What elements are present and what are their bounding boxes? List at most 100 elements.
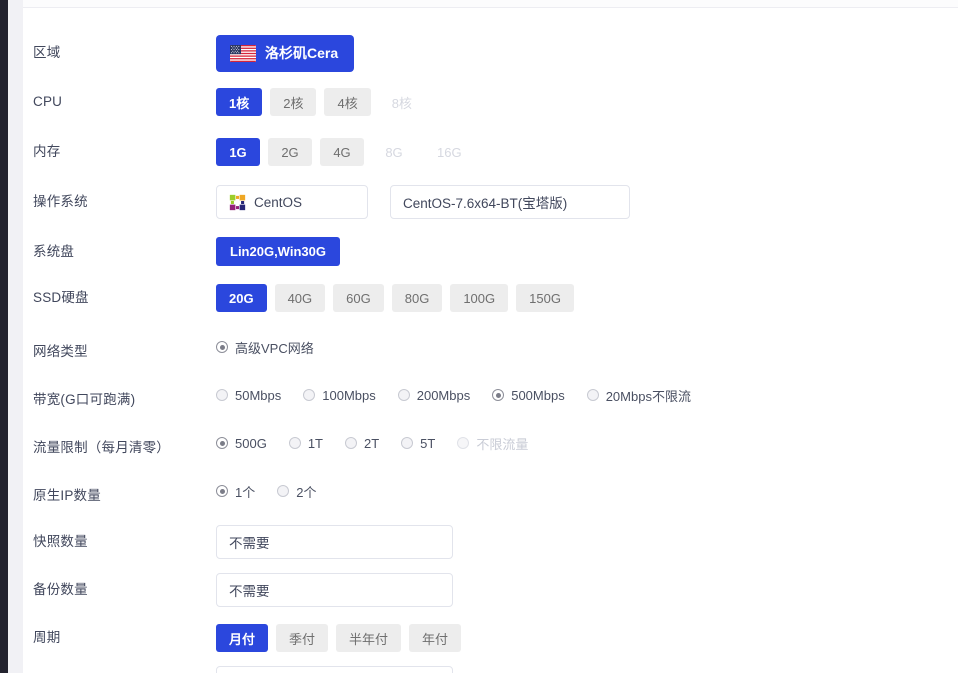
traffic-limit-radio-3[interactable]: 2T	[344, 435, 380, 451]
cpu-field: 1核 2核 4核 8核	[216, 88, 433, 116]
radio-dot-icon	[277, 485, 290, 497]
traffic-limit-radio-5-label: 不限流量	[476, 436, 529, 452]
row-label-native-ip: 原生IP数量	[33, 488, 101, 503]
form-row-snapshot: 快照数量 不需要	[23, 525, 958, 559]
bandwidth-radios: 50Mbps 100Mbps 200Mbps 500Mbps 20Mbps不限流	[216, 386, 713, 405]
network-type-radio-1[interactable]: 高级VPC网络	[216, 338, 314, 357]
system-disk-option[interactable]: Lin20G,Win30G	[216, 237, 340, 266]
form-row-backup: 备份数量 不需要	[23, 573, 958, 607]
bandwidth-radio-1[interactable]: 50Mbps	[216, 388, 281, 403]
period-option-1[interactable]: 月付	[216, 624, 269, 652]
form-row-cpu: CPU 1核 2核 4核 8核	[23, 88, 958, 116]
form-row-traffic-limit: 流量限制（每月清零） 500G 1T 2T 5T 不限流量	[23, 431, 958, 456]
bandwidth-radio-2[interactable]: 100Mbps	[303, 387, 376, 403]
next-select-partial[interactable]	[216, 665, 453, 673]
period-field: 月付 季付 半年付 年付	[216, 624, 469, 652]
period-options: 月付 季付 半年付 年付	[216, 624, 469, 652]
form-row-system-disk: 系统盘 Lin20G,Win30G	[23, 237, 958, 266]
form-row-bandwidth: 带宽(G口可跑满) 50Mbps 100Mbps 200Mbps 500Mbps…	[23, 383, 958, 408]
form-row-memory: 内存 1G 2G 4G 8G 16G	[23, 138, 958, 166]
region-button[interactable]: 洛杉矶Cera	[216, 34, 355, 72]
bandwidth-radio-4[interactable]: 500Mbps	[492, 388, 565, 403]
backup-field: 不需要	[216, 573, 453, 607]
traffic-limit-radio-2[interactable]: 1T	[288, 436, 323, 451]
bandwidth-radio-5[interactable]: 20Mbps不限流	[586, 386, 691, 405]
us-flag-icon	[230, 44, 256, 62]
snapshot-select[interactable]: 不需要	[216, 525, 453, 559]
os-version-select[interactable]: CentOS-7.6x64-BT(宝塔版)	[390, 185, 630, 219]
native-ip-radios: 1个 2个	[216, 482, 338, 501]
traffic-limit-radio-1[interactable]: 500G	[216, 436, 267, 451]
ssd-option-1[interactable]: 20G	[216, 284, 267, 312]
radio-dot-icon	[401, 437, 414, 449]
cpu-option-3[interactable]: 4核	[324, 88, 371, 116]
os-version-value: CentOS-7.6x64-BT(宝塔版)	[403, 196, 568, 211]
native-ip-radio-2-label: 2个	[296, 484, 317, 500]
radio-dot-selected-icon	[216, 341, 228, 353]
memory-option-3[interactable]: 4G	[320, 138, 364, 166]
traffic-limit-radio-3-label: 2T	[363, 435, 380, 451]
native-ip-radio-1-label: 1个	[235, 484, 256, 500]
ssd-option-4[interactable]: 80G	[391, 284, 443, 312]
row-label-bandwidth: 带宽(G口可跑满)	[33, 392, 136, 407]
period-option-3[interactable]: 半年付	[336, 624, 402, 652]
network-type-field: 高级VPC网络	[216, 338, 336, 357]
snapshot-field: 不需要	[216, 525, 453, 559]
top-strip	[23, 0, 958, 7]
cpu-options: 1核 2核 4核 8核	[216, 88, 433, 116]
form-row-period: 周期 月付 季付 半年付 年付	[23, 624, 958, 652]
row-label-traffic-limit: 流量限制（每月清零）	[33, 440, 170, 455]
region-button-label: 洛杉矶Cera	[265, 45, 339, 61]
traffic-limit-radio-4-label: 5T	[420, 435, 436, 451]
cpu-option-1[interactable]: 1核	[216, 88, 263, 116]
os-select[interactable]: CentOS	[216, 185, 368, 219]
bandwidth-radio-3[interactable]: 200Mbps	[397, 387, 471, 403]
memory-option-4: 8G	[385, 144, 403, 160]
row-label-memory: 内存	[33, 144, 61, 159]
left-gutter	[8, 0, 23, 673]
system-disk-field: Lin20G,Win30G	[216, 237, 340, 266]
row-label-cpu: CPU	[33, 94, 63, 109]
form-row-region: 区域 洛杉矶Cera	[23, 34, 958, 72]
native-ip-radio-2[interactable]: 2个	[277, 482, 316, 501]
ssd-option-5[interactable]: 100G	[450, 284, 509, 312]
row-label-backup: 备份数量	[33, 582, 88, 597]
next-field-partial	[216, 665, 453, 673]
form-row-os: 操作系统 CentOS CentOS-7.6x64-BT(宝塔版)	[23, 185, 958, 219]
radio-dot-selected-icon	[216, 437, 228, 449]
ssd-option-6[interactable]: 150G	[516, 284, 574, 312]
traffic-limit-radio-5: 不限流量	[457, 434, 528, 453]
bandwidth-field: 50Mbps 100Mbps 200Mbps 500Mbps 20Mbps不限流	[216, 386, 713, 405]
row-label-ssd: SSD硬盘	[33, 290, 89, 305]
traffic-limit-field: 500G 1T 2T 5T 不限流量	[216, 434, 550, 453]
form-row-next-partial	[23, 665, 958, 673]
period-option-4[interactable]: 年付	[409, 624, 462, 652]
row-label-os: 操作系统	[33, 194, 88, 209]
memory-option-1[interactable]: 1G	[216, 138, 260, 166]
bandwidth-radio-3-label: 200Mbps	[416, 387, 471, 403]
radio-dot-icon	[344, 437, 357, 449]
bandwidth-radio-2-label: 100Mbps	[322, 387, 376, 403]
row-label-snapshot: 快照数量	[33, 534, 88, 549]
radio-dot-icon	[586, 389, 599, 401]
page-root: 区域 洛杉矶Cera CPU 1核 2核 4核 8核 内存 1G 2G 4G 8…	[0, 0, 958, 673]
memory-option-2[interactable]: 2G	[268, 138, 312, 166]
radio-dot-selected-icon	[492, 389, 505, 401]
bandwidth-radio-5-label: 20Mbps不限流	[605, 388, 691, 404]
centos-logo-icon	[229, 193, 246, 211]
row-label-system-disk: 系统盘	[33, 243, 75, 259]
os-select-value: CentOS	[254, 194, 303, 210]
ssd-option-2[interactable]: 40G	[274, 284, 326, 312]
form-row-native-ip: 原生IP数量 1个 2个	[23, 479, 958, 504]
backup-select-value: 不需要	[229, 584, 270, 599]
native-ip-radio-1[interactable]: 1个	[216, 482, 255, 501]
traffic-limit-radio-1-label: 500G	[235, 435, 267, 451]
row-label-period: 周期	[33, 630, 61, 645]
cpu-option-2[interactable]: 2核	[270, 88, 317, 116]
period-option-2[interactable]: 季付	[276, 624, 329, 652]
memory-field: 1G 2G 4G 8G 16G	[216, 138, 483, 166]
radio-dot-icon	[216, 389, 228, 401]
ssd-option-3[interactable]: 60G	[333, 284, 384, 312]
backup-select[interactable]: 不需要	[216, 573, 453, 607]
traffic-limit-radio-4[interactable]: 5T	[401, 436, 435, 451]
